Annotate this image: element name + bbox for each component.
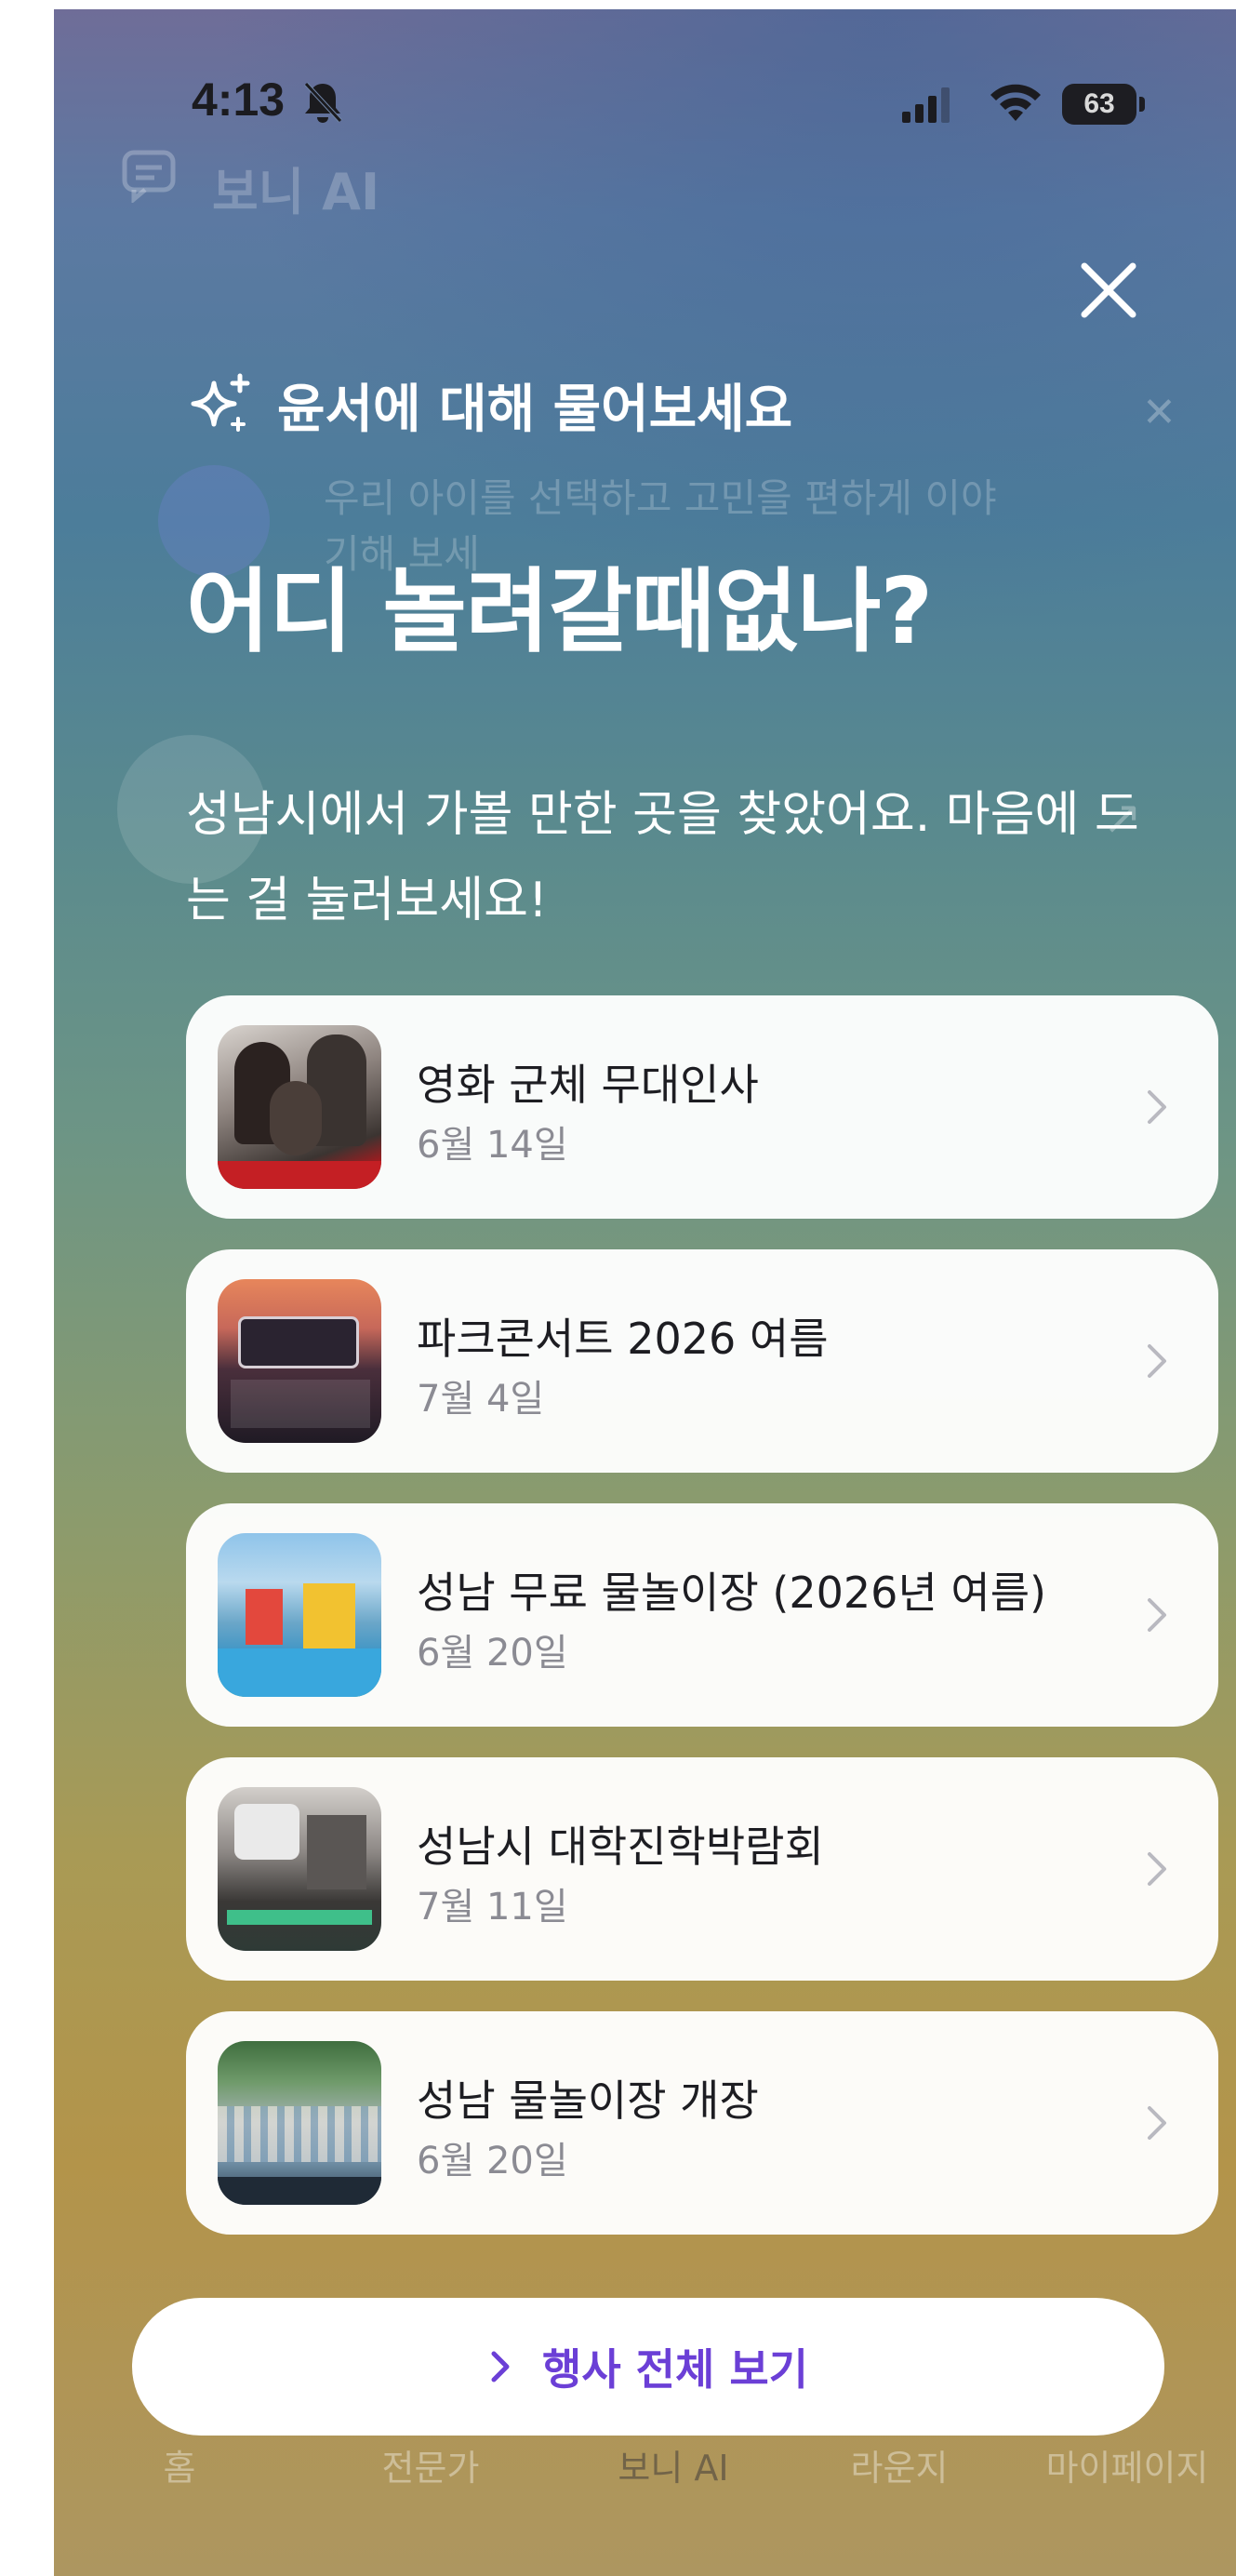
background-tab-mypage: 마이페이지 xyxy=(1045,2448,1209,2489)
event-card[interactable]: 영화 군체 무대인사 6월 14일 xyxy=(186,995,1218,1219)
view-all-label: 행사 전체 보기 xyxy=(542,2344,808,2395)
close-icon[interactable] xyxy=(1071,253,1146,327)
event-card[interactable]: 파크콘서트 2026 여름 7월 4일 xyxy=(186,1249,1218,1473)
wifi-icon xyxy=(990,84,1041,121)
page-title: 어디 놀려갈때없나? xyxy=(186,559,933,665)
event-thumbnail xyxy=(218,1787,381,1951)
event-date: 6월 20일 xyxy=(417,1632,568,1675)
event-thumbnail xyxy=(218,2041,381,2205)
background-banner-text-1: 우리 아이를 선택하고 고민을 편하게 이야 xyxy=(324,475,997,521)
bell-off-icon xyxy=(304,82,342,123)
view-all-events-button[interactable]: 행사 전체 보기 xyxy=(132,2298,1164,2436)
chevron-right-icon xyxy=(1148,2106,1166,2140)
event-title: 성남 무료 물놀이장 (2026년 여름) xyxy=(417,1568,1046,1618)
event-thumbnail xyxy=(218,1279,381,1443)
event-list: 영화 군체 무대인사 6월 14일 파크콘서트 2026 여름 7월 4일 성남… xyxy=(186,995,1218,2265)
description-text: 성남시에서 가볼 만한 곳을 찾았어요. 마음에 드는 걸 눌러보세요! xyxy=(186,787,1139,928)
event-date: 7월 11일 xyxy=(417,1886,568,1929)
event-card[interactable]: 성남시 대학진학박람회 7월 11일 xyxy=(186,1757,1218,1981)
event-date: 6월 20일 xyxy=(417,2140,568,2182)
chevron-right-icon xyxy=(1148,1852,1166,1886)
status-time: 4:13 xyxy=(192,73,286,126)
event-thumbnail xyxy=(218,1533,381,1697)
event-card[interactable]: 성남 무료 물놀이장 (2026년 여름) 6월 20일 xyxy=(186,1503,1218,1727)
background-tab-lounge: 라운지 xyxy=(850,2448,949,2489)
background-tab-experts: 전문가 xyxy=(381,2448,480,2489)
event-date: 6월 14일 xyxy=(417,1124,568,1167)
status-bar: 4:13 63 xyxy=(54,9,1236,186)
phone-screen: 보니 AI ✕ 우리 아이를 선택하고 고민을 편하게 이야 기해 보세 ↗ 4… xyxy=(54,9,1236,2576)
event-thumbnail xyxy=(218,1025,381,1189)
event-title: 파크콘서트 2026 여름 xyxy=(417,1314,829,1364)
event-title: 영화 군체 무대인사 xyxy=(417,1060,759,1110)
event-date: 7월 4일 xyxy=(417,1378,545,1421)
chevron-right-icon xyxy=(491,2351,510,2382)
background-banner-close-icon: ✕ xyxy=(1142,389,1176,436)
event-title: 성남 물놀이장 개장 xyxy=(417,2075,759,2126)
ai-subtitle-row: 윤서에 대해 물어보세요 xyxy=(186,367,792,443)
chevron-right-icon xyxy=(1148,1344,1166,1378)
event-title: 성남시 대학진학박람회 xyxy=(417,1822,824,1872)
chevron-right-icon xyxy=(1148,1090,1166,1124)
sparkle-icon xyxy=(191,373,250,432)
cellular-signal-icon xyxy=(902,87,950,123)
ai-subtitle: 윤서에 대해 물어보세요 xyxy=(277,380,793,440)
event-card[interactable]: 성남 물놀이장 개장 6월 20일 xyxy=(186,2011,1218,2235)
battery-indicator: 63 xyxy=(1062,84,1145,125)
background-tab-home: 홈 xyxy=(163,2448,196,2489)
chevron-right-icon xyxy=(1148,1598,1166,1632)
background-tab-boni-ai: 보니 AI xyxy=(618,2448,729,2489)
